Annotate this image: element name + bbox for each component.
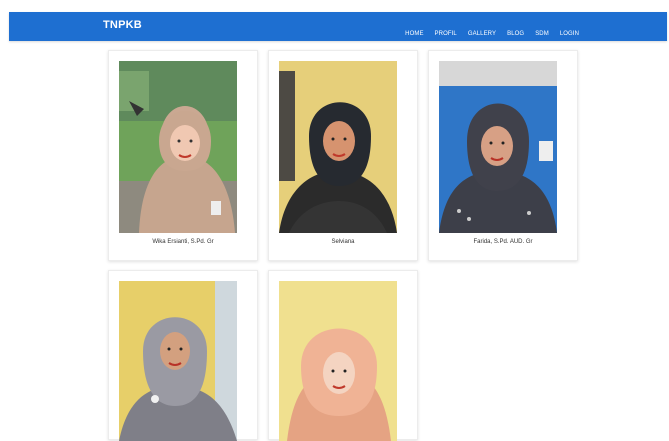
member-photo (439, 61, 557, 233)
nav-login[interactable]: LOGIN (560, 31, 579, 37)
navbar: TNPKB HOME PROFIL GALLERY BLOG SDM LOGIN (9, 12, 667, 41)
member-name: Selviana (331, 239, 355, 245)
nav-sdm[interactable]: SDM (535, 31, 549, 37)
member-card: Wika Ersianti, S.Pd. Gr (108, 50, 258, 261)
member-card: Farida, S.Pd. AUD. Gr (428, 50, 578, 261)
nav-menu: HOME PROFIL GALLERY BLOG SDM LOGIN (405, 22, 579, 40)
member-photo (119, 281, 237, 441)
brand-logo[interactable]: TNPKB (103, 19, 142, 31)
nav-gallery[interactable]: GALLERY (468, 31, 496, 37)
member-photo (279, 61, 397, 233)
nav-home[interactable]: HOME (405, 31, 423, 37)
member-photo (119, 61, 237, 233)
member-card: Selviana (268, 50, 418, 261)
nav-blog[interactable]: BLOG (507, 31, 524, 37)
member-card (108, 270, 258, 441)
member-card (268, 270, 418, 441)
member-name: Wika Ersianti, S.Pd. Gr (152, 239, 214, 245)
member-name: Farida, S.Pd. AUD. Gr (473, 239, 533, 245)
nav-profil[interactable]: PROFIL (435, 31, 457, 37)
member-photo (279, 281, 397, 441)
